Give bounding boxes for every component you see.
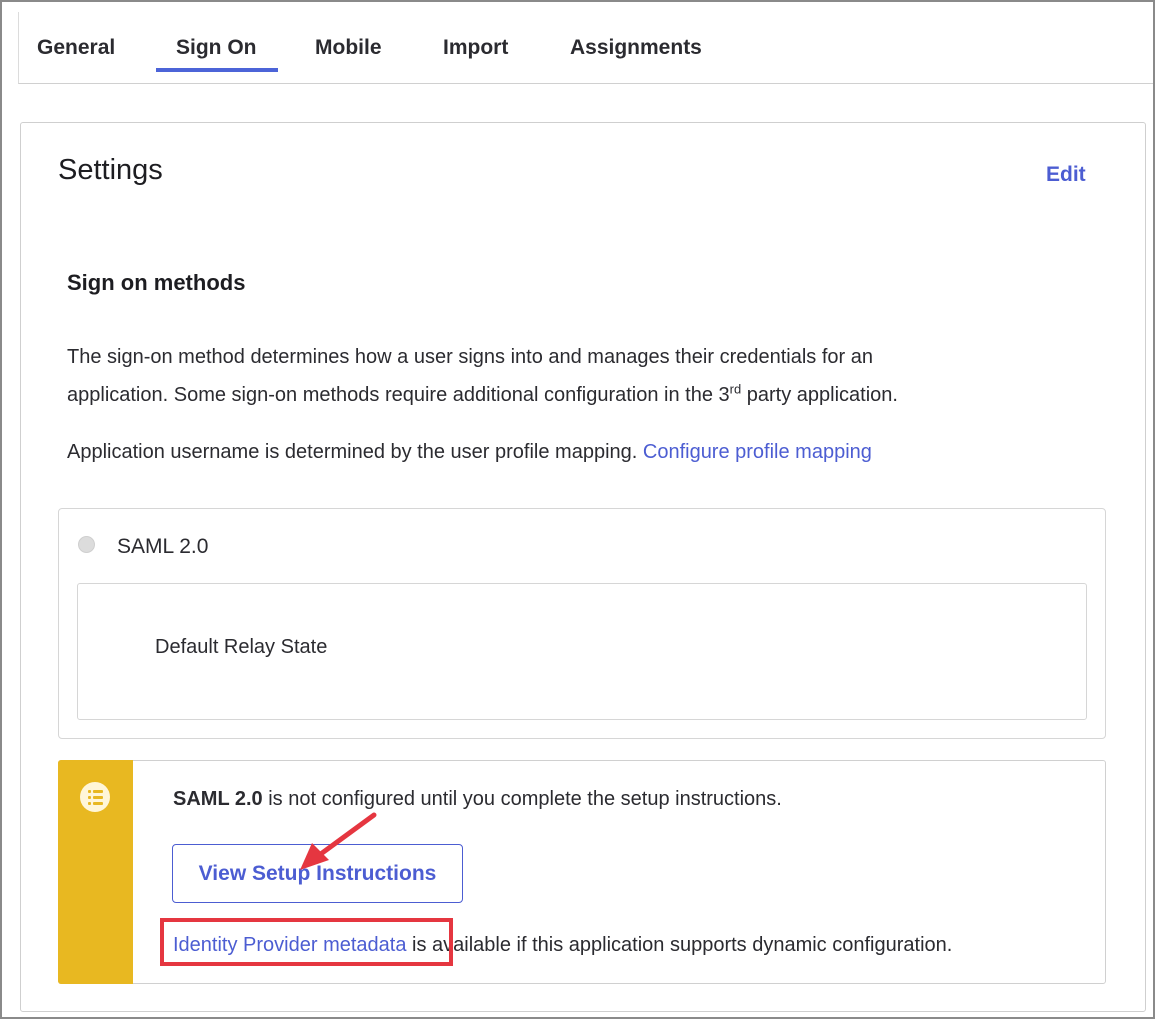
- annotation-arrow: [300, 812, 377, 870]
